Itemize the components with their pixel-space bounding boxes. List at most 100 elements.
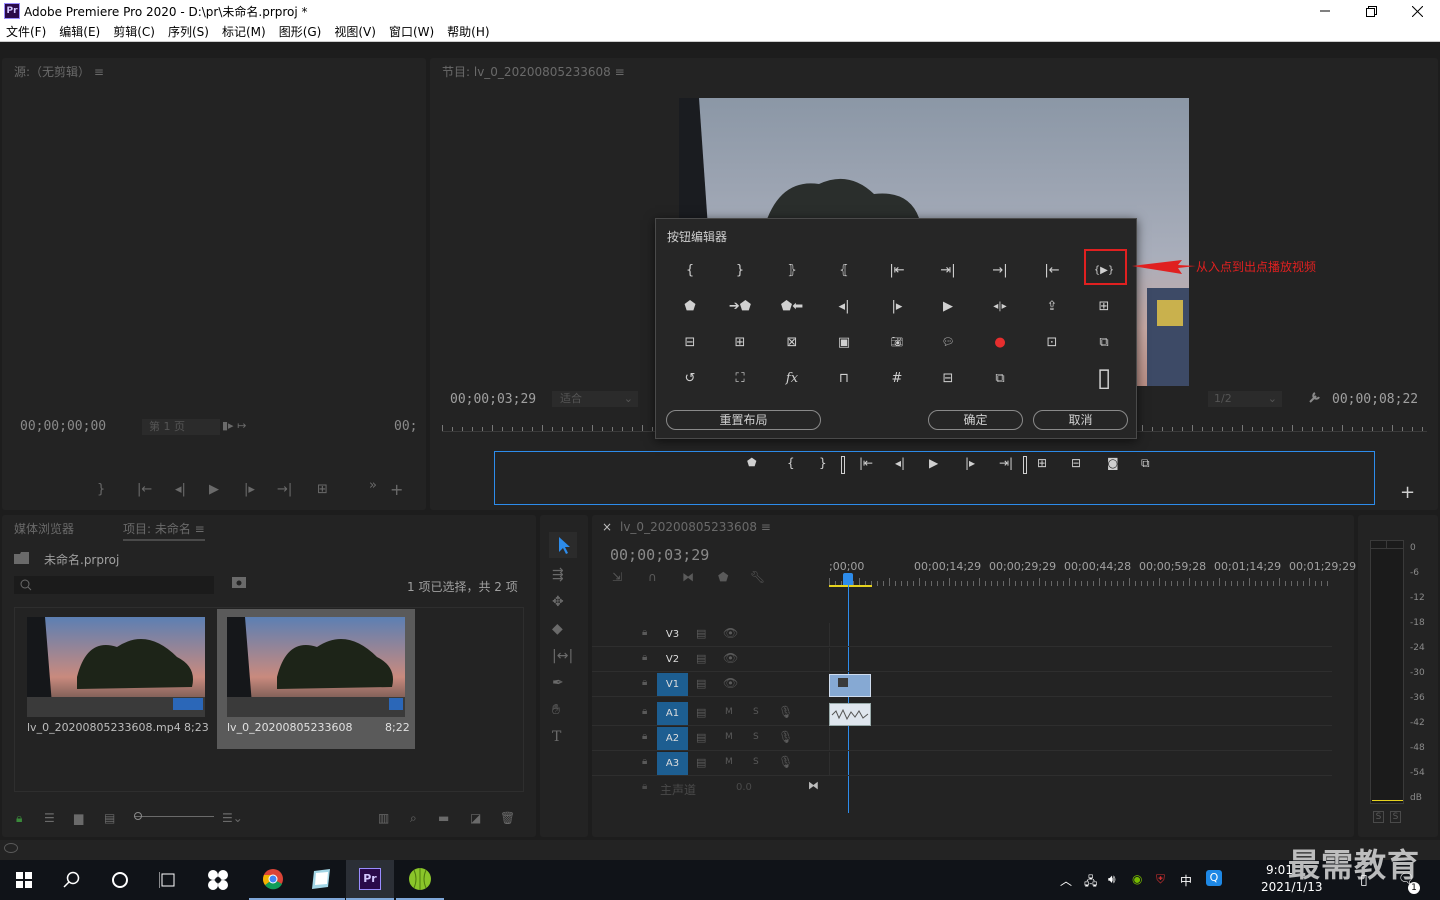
- tab-media-browser[interactable]: 媒体浏览器: [14, 520, 74, 537]
- freeform-view-icon[interactable]: ▤: [104, 811, 115, 825]
- minimize-button[interactable]: [1302, 0, 1348, 22]
- mark-in-icon[interactable]: {: [676, 256, 704, 284]
- track-lane[interactable]: [829, 623, 1329, 646]
- insert-icon[interactable]: ⊠: [778, 328, 806, 356]
- shuttle-icon[interactable]: ◂|▸: [986, 292, 1014, 320]
- track-lock-icon[interactable]: 🔒︎: [642, 652, 647, 663]
- track-lane[interactable]: [829, 648, 1329, 671]
- mute-button[interactable]: M: [725, 707, 733, 717]
- mark-clip-icon[interactable]: ⦄: [778, 256, 806, 284]
- spacer-icon[interactable]: [841, 456, 845, 474]
- menu-clip[interactable]: 剪辑(C): [113, 23, 155, 40]
- network-icon[interactable]: 🖧︎: [1084, 872, 1097, 893]
- work-area-bar[interactable]: [829, 585, 872, 587]
- track-target[interactable]: A1: [657, 702, 688, 725]
- trim-icon[interactable]: ⊟: [934, 364, 962, 392]
- track-lock-icon[interactable]: 🔒︎: [642, 731, 647, 742]
- search-button[interactable]: [48, 860, 96, 900]
- step-back-icon[interactable]: ◂|: [175, 482, 186, 497]
- toggle-output-eye-icon[interactable]: 👁︎: [723, 626, 738, 640]
- audio-clip[interactable]: [829, 703, 871, 726]
- pen-tool-icon[interactable]: ✒︎: [552, 670, 573, 697]
- lift-icon[interactable]: ⊟: [676, 328, 704, 356]
- go-to-in-icon[interactable]: |⇤: [883, 256, 911, 284]
- go-to-out-icon[interactable]: ⇥|: [934, 256, 962, 284]
- playhead-handle[interactable]: [843, 573, 853, 585]
- mark-out-icon[interactable]: }: [97, 482, 105, 497]
- new-bin-icon[interactable]: ▬: [438, 811, 449, 825]
- go-to-in-icon[interactable]: |⇤: [859, 456, 873, 470]
- track-target[interactable]: A2: [657, 727, 688, 750]
- sync-lock-icon[interactable]: ▤: [696, 652, 706, 665]
- record-icon[interactable]: ●: [986, 328, 1014, 356]
- go-to-next-edit-icon[interactable]: →|: [986, 256, 1014, 284]
- timeline-close-icon[interactable]: ×: [602, 520, 612, 534]
- add-marker-icon[interactable]: ⬟: [676, 292, 704, 320]
- lock-icon[interactable]: 🔒︎: [16, 811, 22, 826]
- fx-icon[interactable]: fx: [778, 364, 806, 392]
- track-target[interactable]: V3: [657, 623, 688, 646]
- source-timecode[interactable]: 00;00;00;00: [20, 419, 106, 434]
- safe-margins-icon[interactable]: ▣: [830, 328, 858, 356]
- sync-lock-icon[interactable]: ▤: [696, 731, 706, 744]
- vr-video-icon[interactable]: ⛶: [726, 364, 754, 392]
- restore-button[interactable]: [1348, 0, 1394, 22]
- more-controls-icon[interactable]: »: [369, 478, 377, 493]
- menu-view[interactable]: 视图(V): [334, 23, 376, 40]
- cancel-button[interactable]: 取消: [1033, 410, 1128, 430]
- video-clip[interactable]: [829, 674, 871, 697]
- overwrite-icon[interactable]: ⊞: [1090, 292, 1118, 320]
- ripple-edit-tool-icon[interactable]: ✥: [552, 589, 573, 616]
- clear-in-icon[interactable]: ⦃: [830, 256, 858, 284]
- nest-icon[interactable]: ⇲: [612, 570, 622, 584]
- taskbar-app-chrome[interactable]: [249, 860, 297, 900]
- track-lane[interactable]: [829, 727, 1329, 750]
- menu-window[interactable]: 窗口(W): [389, 23, 434, 40]
- task-view-button[interactable]: [144, 860, 192, 900]
- nvidia-icon[interactable]: ◉: [1132, 872, 1142, 886]
- automate-icon[interactable]: ▥: [378, 811, 389, 825]
- taskbar-app-premiere[interactable]: Pr: [346, 860, 394, 900]
- trash-icon[interactable]: 🗑︎: [500, 811, 515, 825]
- extract-icon[interactable]: ⊞: [726, 328, 754, 356]
- go-to-next-marker-icon[interactable]: ➔⬟: [726, 292, 754, 320]
- loop-icon[interactable]: ↺: [676, 364, 704, 392]
- project-search-input[interactable]: [14, 576, 214, 594]
- play-icon[interactable]: ▶: [929, 456, 938, 470]
- source-monitor-title[interactable]: 源:（无剪辑） ≡: [14, 63, 104, 80]
- menu-edit[interactable]: 编辑(E): [59, 23, 100, 40]
- program-timecode[interactable]: 00;00;03;29: [450, 392, 536, 407]
- new-item-icon[interactable]: ◪: [470, 811, 481, 825]
- sync-lock-icon[interactable]: ▤: [696, 677, 706, 690]
- close-window-button[interactable]: [1394, 0, 1440, 22]
- type-tool-icon[interactable]: T: [552, 724, 573, 751]
- go-to-out-icon[interactable]: →|: [277, 482, 292, 497]
- export-icon[interactable]: ⇪: [1038, 292, 1066, 320]
- taskbar-app-green[interactable]: [396, 860, 444, 900]
- zoom-fit-select[interactable]: 适合 ⌄: [552, 391, 638, 407]
- solo-button[interactable]: S: [753, 757, 759, 767]
- linked-selection-icon[interactable]: ⧓: [682, 570, 694, 584]
- solo-button[interactable]: S: [753, 732, 759, 742]
- solo-right-button[interactable]: S: [1390, 811, 1401, 823]
- track-lock-icon[interactable]: 🔒︎: [642, 677, 647, 688]
- comparison-icon[interactable]: ⧉: [986, 364, 1014, 392]
- sort-icon[interactable]: ☰⌄: [222, 811, 243, 825]
- track-lane[interactable]: [829, 702, 1329, 725]
- ok-button[interactable]: 确定: [928, 410, 1023, 430]
- track-target[interactable]: V1: [657, 673, 688, 696]
- track-lock-icon[interactable]: 🔒︎: [642, 627, 647, 638]
- project-item[interactable]: lv_0_20200805233608.mp4 8;23: [16, 609, 216, 749]
- track-target[interactable]: A3: [657, 752, 688, 775]
- track-lane[interactable]: [829, 673, 1329, 696]
- taskbar-app-pinwheel[interactable]: [194, 860, 242, 900]
- add-marker-icon[interactable]: ⬟: [718, 570, 728, 584]
- grid-icon[interactable]: #: [883, 364, 911, 392]
- track-lock-icon[interactable]: 🔒︎: [642, 706, 647, 717]
- qq-icon[interactable]: Q: [1206, 870, 1222, 886]
- status-indicator-icon[interactable]: [4, 843, 18, 853]
- mark-out-icon[interactable]: }: [726, 256, 754, 284]
- source-insert-icon[interactable]: ▮▸ ↦: [222, 419, 246, 432]
- track-select-tool-icon[interactable]: ⇶: [552, 562, 573, 589]
- go-to-prev-marker-icon[interactable]: ⬟⬅: [778, 292, 806, 320]
